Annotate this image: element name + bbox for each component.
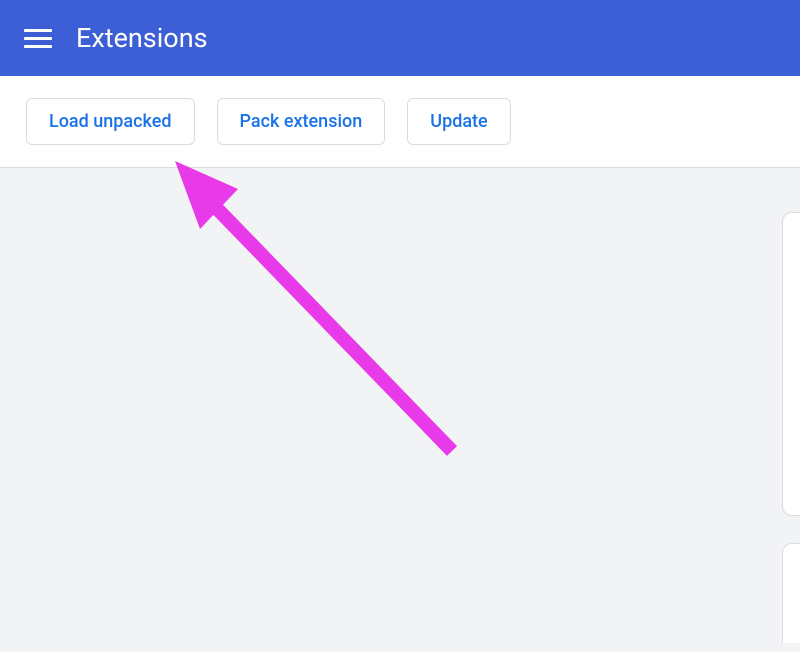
toolbar: Load unpacked Pack extension Update — [0, 76, 800, 168]
extension-card-edge-2 — [782, 543, 800, 643]
load-unpacked-button[interactable]: Load unpacked — [26, 98, 195, 145]
update-button[interactable]: Update — [407, 98, 510, 145]
content-area — [0, 168, 800, 652]
hamburger-menu-icon[interactable] — [24, 24, 52, 52]
page-title: Extensions — [76, 22, 208, 54]
header-bar: Extensions — [0, 0, 800, 76]
extension-card-edge — [782, 212, 800, 516]
pack-extension-button[interactable]: Pack extension — [217, 98, 386, 145]
